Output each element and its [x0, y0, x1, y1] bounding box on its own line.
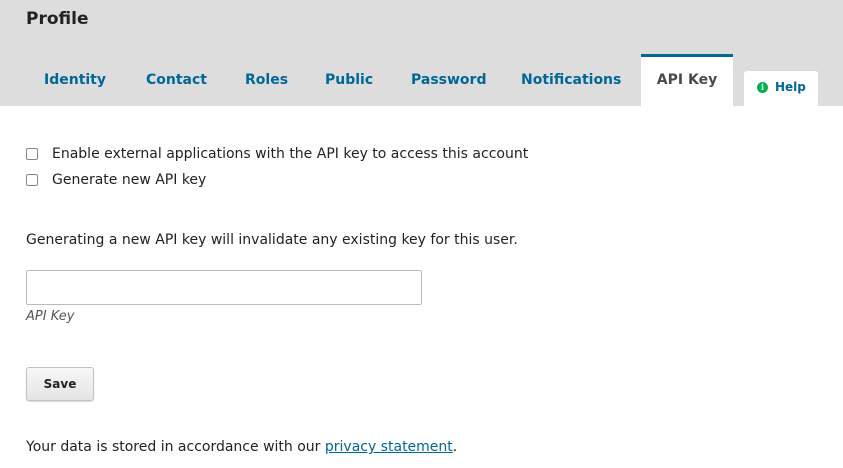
api-key-field-label: API Key: [26, 309, 75, 324]
save-button[interactable]: Save: [26, 367, 94, 401]
api-key-notice: Generating a new API key will invalidate…: [26, 232, 518, 248]
enable-external-row: Enable external applications with the AP…: [26, 145, 528, 163]
generate-new-checkbox[interactable]: [26, 174, 38, 186]
enable-external-checkbox[interactable]: [26, 148, 38, 160]
tab-password[interactable]: Password: [411, 54, 486, 106]
help-label: Help: [775, 80, 806, 94]
privacy-prefix: Your data is stored in accordance with o…: [26, 439, 325, 455]
info-icon: i: [757, 82, 768, 93]
tab-identity[interactable]: Identity: [44, 54, 106, 106]
page-title: Profile: [26, 9, 89, 29]
tab-contact[interactable]: Contact: [146, 54, 207, 106]
generate-new-row: Generate new API key: [26, 171, 206, 189]
tab-public[interactable]: Public: [325, 54, 373, 106]
api-key-input[interactable]: [26, 270, 422, 305]
tab-roles[interactable]: Roles: [245, 54, 288, 106]
tab-notifications[interactable]: Notifications: [521, 54, 621, 106]
enable-external-label: Enable external applications with the AP…: [52, 146, 529, 162]
privacy-suffix: .: [452, 439, 458, 455]
help-button[interactable]: i Help: [744, 71, 818, 106]
privacy-notice: Your data is stored in accordance with o…: [26, 439, 457, 455]
generate-new-label: Generate new API key: [52, 172, 207, 188]
privacy-statement-link[interactable]: privacy statement: [325, 439, 453, 455]
tab-api-key[interactable]: API Key: [641, 54, 733, 106]
page-header: Profile Identity Contact Roles Public Pa…: [0, 0, 843, 106]
